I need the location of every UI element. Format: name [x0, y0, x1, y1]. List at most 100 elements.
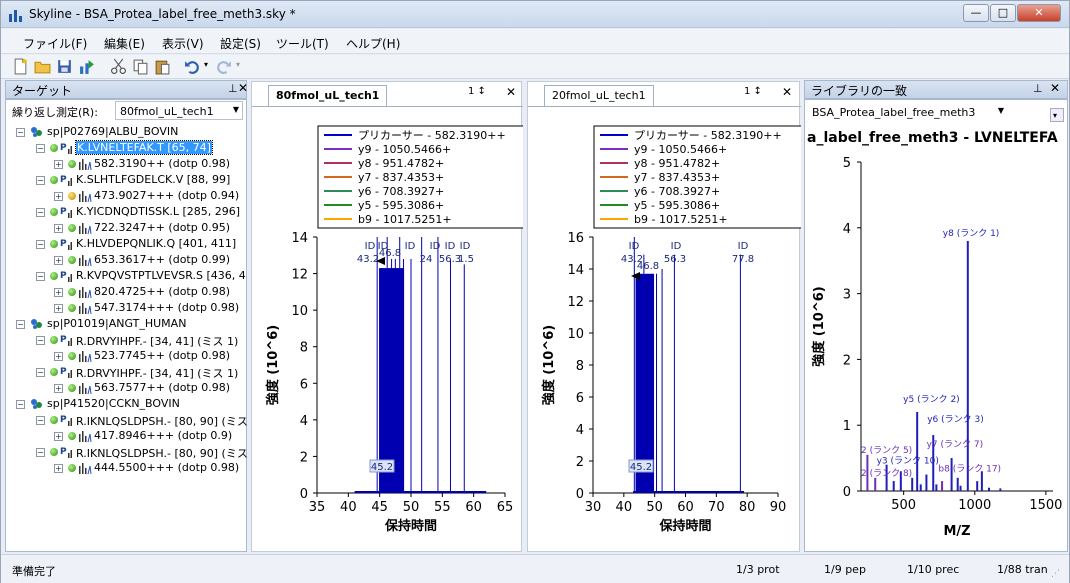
- targets-close-icon[interactable]: ✕: [238, 81, 248, 95]
- precursor-tree-row[interactable]: +417.8946+++ (dotp 0.9): [6, 428, 246, 444]
- redo-dropdown-icon[interactable]: ▾: [236, 60, 240, 69]
- menu-tools[interactable]: ツール(T): [276, 35, 329, 52]
- menu-settings[interactable]: 設定(S): [220, 35, 261, 52]
- library-pane: BSA_Protea_label_free_meth3 ▼ ▾ a_label_…: [804, 99, 1068, 552]
- sync-icon[interactable]: 1 ↕: [468, 86, 486, 97]
- menu-edit[interactable]: 編集(E): [104, 35, 145, 52]
- expand-toggle-icon[interactable]: +: [54, 160, 63, 169]
- expand-toggle-icon[interactable]: −: [36, 368, 45, 377]
- expand-toggle-icon[interactable]: −: [36, 240, 45, 249]
- precursor-label: 820.4725++ (dotp 0.98): [94, 285, 230, 298]
- library-spectrum-plot[interactable]: a_label_free_meth3 - LVNELTEFA 0 1 2 3 4 5 500 1…: [805, 124, 1067, 552]
- library-close-icon[interactable]: ✕: [1050, 81, 1060, 95]
- undo-dropdown-icon[interactable]: ▾: [204, 60, 208, 69]
- spectrum-y-tick-label: 1: [843, 419, 851, 434]
- minimize-button[interactable]: —: [963, 4, 989, 22]
- expand-toggle-icon[interactable]: +: [54, 352, 63, 361]
- precursor-tree-row[interactable]: +473.9027+++ (dotp 0.94): [6, 188, 246, 204]
- resize-grip-icon[interactable]: ⋰: [1051, 569, 1060, 579]
- precursor-tree-row[interactable]: +523.7745++ (dotp 0.98): [6, 348, 246, 364]
- expand-toggle-icon[interactable]: −: [36, 144, 45, 153]
- precursor-tree-row[interactable]: +722.3247++ (dotp 0.95): [6, 220, 246, 236]
- copy-icon[interactable]: [132, 58, 149, 75]
- chromatogram-plot-1[interactable]: プリカーサー - 582.3190++y9 - 1050.5466+y8 - 9…: [252, 107, 523, 553]
- peptide-tree-row[interactable]: − P R.KVPQVSTPTLVEVSR.S [436, 4: [6, 268, 246, 284]
- expand-toggle-icon[interactable]: −: [16, 320, 25, 329]
- import-results-icon[interactable]: [79, 58, 96, 75]
- protein-tree-row[interactable]: − sp|P41520|CCKN_BOVIN: [6, 396, 246, 412]
- precursor-tree-row[interactable]: +563.7577++ (dotp 0.98): [6, 380, 246, 396]
- expand-toggle-icon[interactable]: −: [36, 448, 45, 457]
- protein-tree-row[interactable]: − sp|P01019|ANGT_HUMAN: [6, 316, 246, 332]
- expand-toggle-icon[interactable]: +: [54, 304, 63, 313]
- ion-label: 2 (ランク 8): [861, 468, 912, 479]
- expand-toggle-icon[interactable]: −: [36, 208, 45, 217]
- save-icon[interactable]: [56, 58, 73, 75]
- peptide-tree-row[interactable]: − P R.IKNLQSLDPSH.- [80, 90] (ミス: [6, 412, 248, 428]
- menu-help[interactable]: ヘルプ(H): [346, 35, 400, 52]
- peptide-label: K.HLVDEPQNLIK.Q [401, 411]: [76, 237, 237, 250]
- menu-view[interactable]: 表示(V): [162, 35, 204, 52]
- expand-toggle-icon[interactable]: +: [54, 192, 63, 201]
- expand-toggle-icon[interactable]: −: [36, 176, 45, 185]
- precursor-label: 547.3174+++ (dotp 0.98): [94, 301, 240, 314]
- tab-80fmol[interactable]: 80fmol_uL_tech1: [268, 85, 388, 106]
- maximize-button[interactable]: □: [990, 4, 1016, 22]
- peptide-tree-row[interactable]: − P K.LVNELTEFAK.T [65, 74]: [6, 140, 246, 156]
- precursor-tree-row[interactable]: +653.3617++ (dotp 0.99): [6, 252, 246, 268]
- legend-label: y6 - 708.3927+: [358, 185, 444, 198]
- legend-label: y6 - 708.3927+: [634, 185, 720, 198]
- close-button[interactable]: ✕: [1017, 4, 1061, 22]
- library-menu-icon[interactable]: ▾: [1050, 108, 1064, 122]
- expand-toggle-icon[interactable]: +: [54, 224, 63, 233]
- x-tick-label: 50: [646, 500, 663, 515]
- legend-label: y5 - 595.3086+: [634, 199, 720, 212]
- peptide-tree-row[interactable]: − P R.DRVYIHPF.- [34, 41] (ミス 1): [6, 364, 246, 380]
- chromatogram-plot-2[interactable]: プリカーサー - 582.3190++y9 - 1050.5466+y8 - 9…: [528, 107, 801, 553]
- peak-label: 46.8: [637, 261, 659, 272]
- library-pin-icon[interactable]: ⊥: [1033, 82, 1043, 95]
- peptide-icon: P: [60, 143, 72, 154]
- expand-toggle-icon[interactable]: −: [16, 128, 25, 137]
- expand-toggle-icon[interactable]: +: [54, 288, 63, 297]
- y-tick-label: 12: [291, 268, 308, 283]
- open-folder-icon[interactable]: [34, 58, 51, 75]
- peptide-tree-row[interactable]: − P R.IKNLQSLDPSH.- [80, 90] (ミス: [6, 444, 248, 460]
- expand-toggle-icon[interactable]: −: [36, 272, 45, 281]
- undo-icon[interactable]: [184, 58, 201, 75]
- chrom1-close-icon[interactable]: ✕: [506, 85, 516, 99]
- x-tick-label: 60: [677, 500, 694, 515]
- library-dropdown[interactable]: BSA_Protea_label_free_meth3 ▼: [807, 102, 1007, 121]
- chevron-down-icon: ▼: [232, 105, 239, 114]
- menu-file[interactable]: ファイル(F): [23, 35, 87, 52]
- expand-toggle-icon[interactable]: +: [54, 384, 63, 393]
- peptide-tree-row[interactable]: − P K.SLHTLFGDELCK.V [88, 99]: [6, 172, 246, 188]
- new-file-icon[interactable]: [12, 58, 29, 75]
- peptide-tree-row[interactable]: − P K.HLVDEPQNLIK.Q [401, 411]: [6, 236, 246, 252]
- peptide-tree-row[interactable]: − P K.YICDNQDTISSK.L [285, 296]: [6, 204, 246, 220]
- peptide-tree-row[interactable]: − P R.DRVYIHPF.- [34, 41] (ミス 1): [6, 332, 246, 348]
- targets-pane-title: ターゲット: [12, 84, 73, 98]
- expand-toggle-icon[interactable]: +: [54, 432, 63, 441]
- cut-icon[interactable]: [110, 58, 127, 75]
- pin-icon[interactable]: ⊥: [228, 82, 238, 95]
- chrom2-close-icon[interactable]: ✕: [782, 85, 792, 99]
- expand-toggle-icon[interactable]: −: [16, 400, 25, 409]
- targets-pane-header: ターゲット ⊥ ✕: [5, 80, 248, 99]
- precursor-tree-row[interactable]: +582.3190++ (dotp 0.98): [6, 156, 246, 172]
- peptide-icon: P: [60, 447, 72, 458]
- redo-icon[interactable]: [215, 58, 232, 75]
- paste-icon[interactable]: [154, 58, 171, 75]
- tab-20fmol[interactable]: 20fmol_uL_tech1: [544, 85, 654, 106]
- replicate-dropdown[interactable]: 80fmol_uL_tech1 ▼: [115, 101, 243, 120]
- sync-icon-2[interactable]: 1 ↕: [744, 86, 762, 97]
- precursor-tree-row[interactable]: +547.3174+++ (dotp 0.98): [6, 300, 246, 316]
- precursor-tree-row[interactable]: +820.4725++ (dotp 0.98): [6, 284, 246, 300]
- expand-toggle-icon[interactable]: +: [54, 256, 63, 265]
- precursor-label: 582.3190++ (dotp 0.98): [94, 157, 230, 170]
- expand-toggle-icon[interactable]: −: [36, 336, 45, 345]
- expand-toggle-icon[interactable]: +: [54, 464, 63, 473]
- precursor-tree-row[interactable]: +444.5500+++ (dotp 0.98): [6, 460, 246, 476]
- expand-toggle-icon[interactable]: −: [36, 416, 45, 425]
- protein-tree-row[interactable]: − sp|P02769|ALBU_BOVIN: [6, 124, 246, 140]
